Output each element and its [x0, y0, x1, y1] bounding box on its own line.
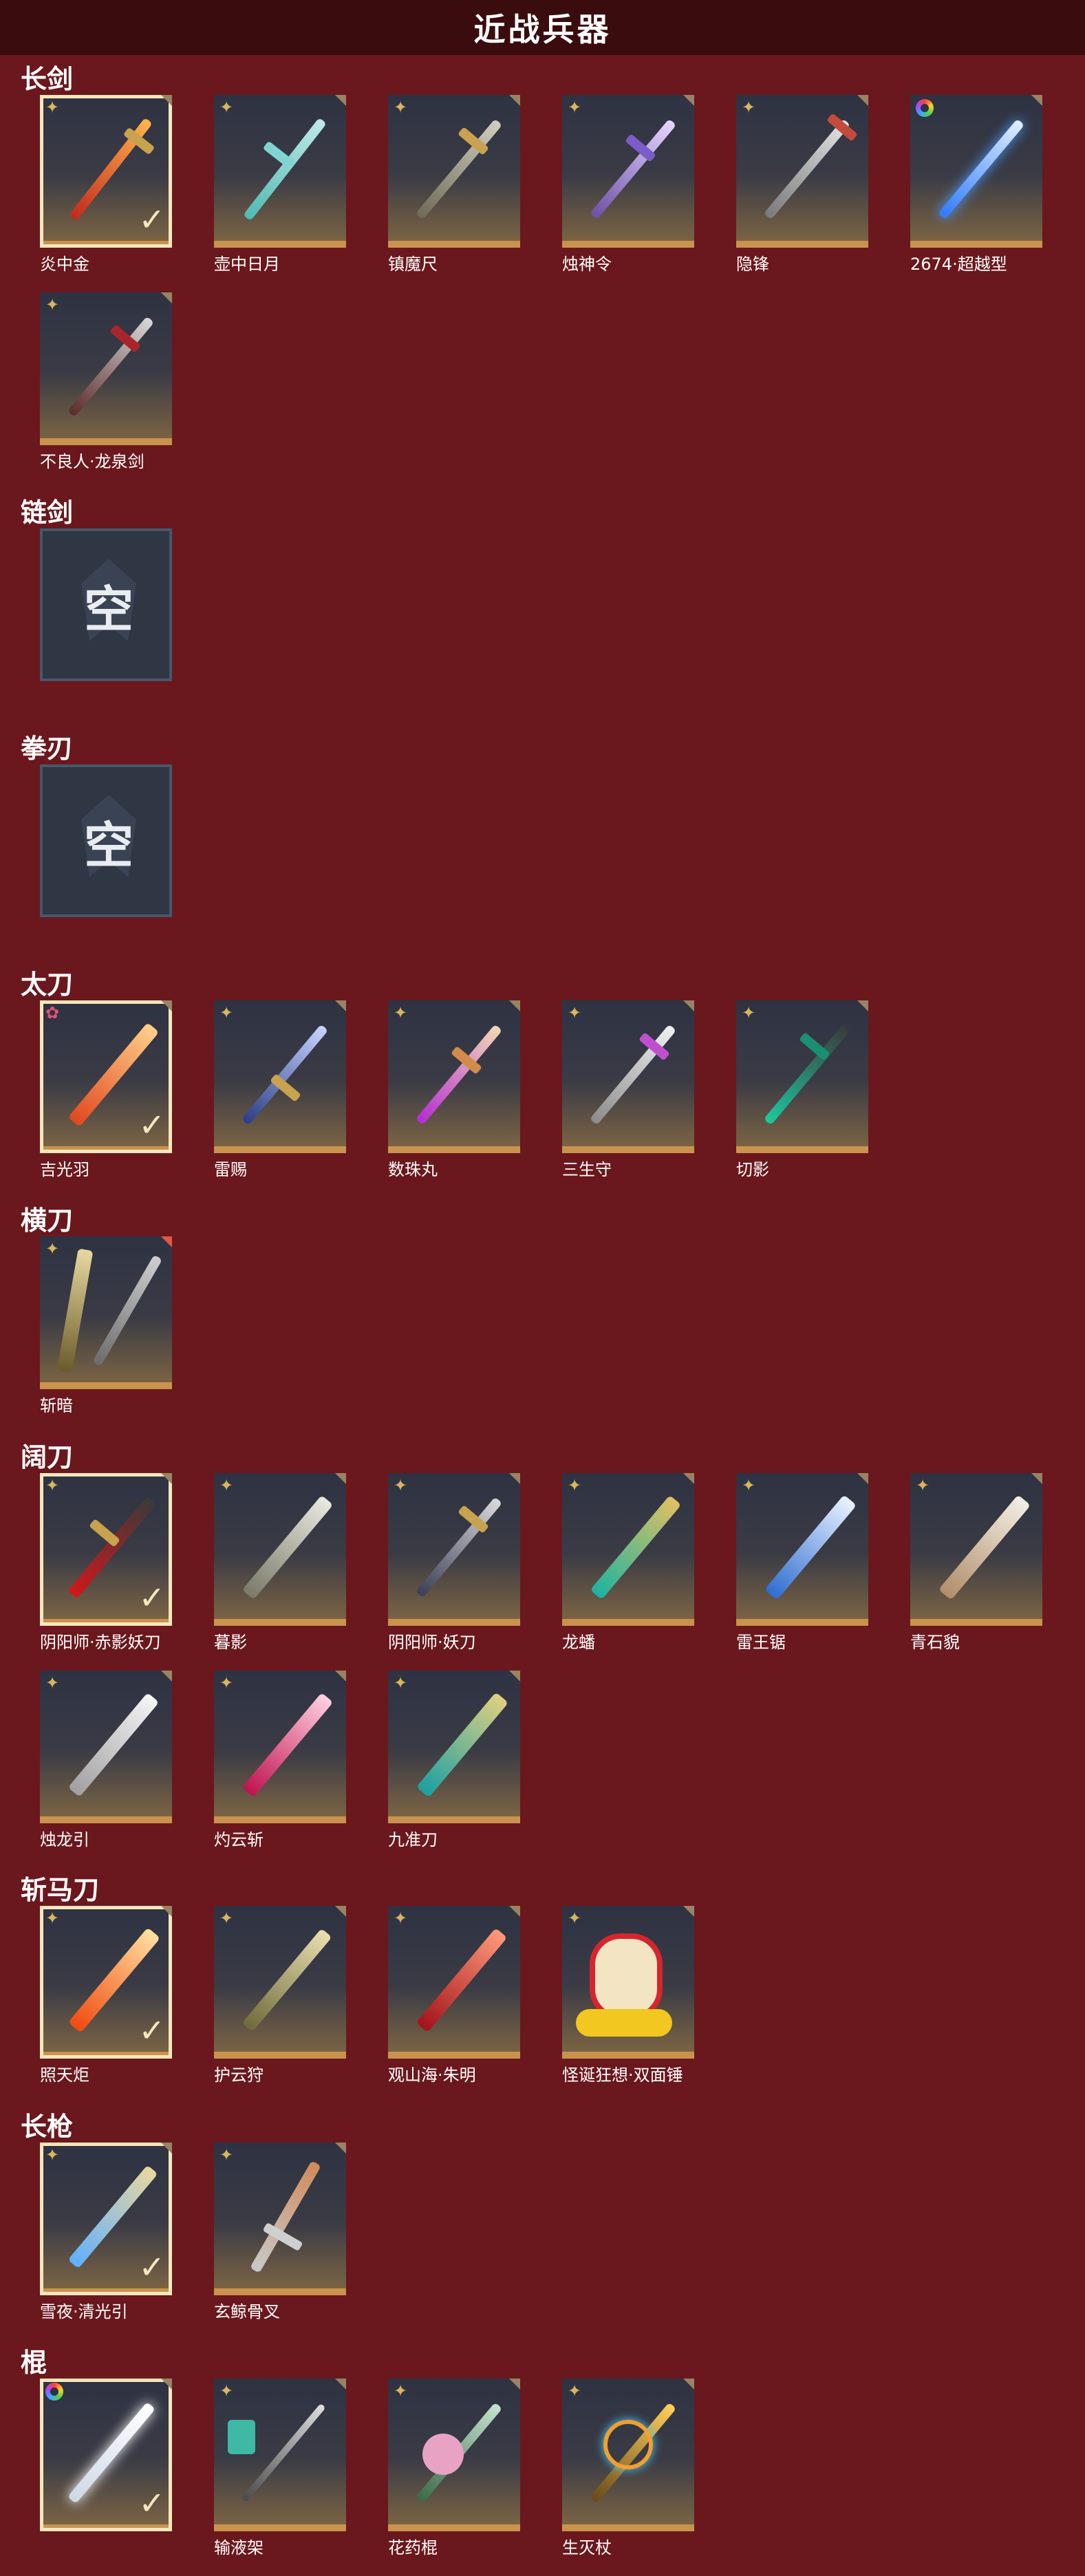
- weapon-card-huayaogun[interactable]: ✦ 花药棍: [388, 2379, 520, 2557]
- section-title-chain-sword: 链剑: [21, 497, 74, 528]
- weapon-name: 九准刀: [388, 1830, 438, 1849]
- weapon-card-qingshimao[interactable]: ✦ 青石貌: [910, 1473, 1042, 1652]
- rank-star-icon: ✦: [219, 1003, 234, 1022]
- weapon-name: 青石貌: [910, 1633, 960, 1652]
- weapon-card-longpan[interactable]: ✦ 龙蟠: [562, 1473, 694, 1652]
- rank-star-icon: ✦: [394, 2381, 408, 2401]
- weapon-name: 不良人·龙泉剑: [40, 452, 144, 471]
- checkmark-icon: ✓: [138, 1106, 165, 1144]
- section-title-fist-blade: 拳刃: [21, 733, 74, 764]
- weapon-card-shengmiezhang[interactable]: ✦ 生灭杖: [562, 2379, 694, 2557]
- weapon-card-zhaotianju[interactable]: ✦ ✓ 照天炬: [40, 1906, 172, 2085]
- weapon-card-zhanan[interactable]: ✦ 斩暗: [40, 1236, 172, 1415]
- empty-slot-chain-sword[interactable]: 空: [40, 528, 172, 681]
- weapon-card-shuzhuwan[interactable]: ✦ 数珠丸: [388, 1000, 520, 1179]
- weapon-name: 切影: [736, 1160, 769, 1179]
- weapon-card-shuangmianchui[interactable]: ✦ 怪诞狂想·双面锤: [562, 1906, 694, 2085]
- weapon-name: 2674·超越型: [910, 255, 1007, 274]
- checkmark-icon: ✓: [138, 1579, 165, 1616]
- weapon-card-2674[interactable]: ◎ 2674·超越型: [910, 95, 1042, 274]
- weapon-name: 斩暗: [40, 1396, 73, 1415]
- weapon-card-huzhongriyue[interactable]: ✦ 壶中日月: [214, 95, 346, 274]
- rank-star-icon: ✦: [219, 98, 234, 117]
- rank-star-icon: ✦: [568, 1476, 582, 1495]
- weapon-card-yaodao[interactable]: ✦ 阴阳师·妖刀: [388, 1473, 520, 1652]
- rank-star-icon: ✦: [742, 1003, 756, 1022]
- weapon-card-staff-selected[interactable]: ◎ ✓: [40, 2379, 172, 2531]
- page-title: 近战兵器: [473, 11, 612, 48]
- weapon-name: 怪诞狂想·双面锤: [562, 2065, 683, 2085]
- checkmark-icon: ✓: [138, 2012, 165, 2049]
- rank-rainbow-icon: ◎: [916, 99, 934, 117]
- rank-star-icon: ✦: [394, 1003, 408, 1022]
- weapon-card-leiwangju[interactable]: ✦ 雷王锯: [736, 1473, 868, 1652]
- section-title-tachi: 太刀: [21, 969, 74, 1000]
- rank-rainbow-icon: ◎: [45, 2383, 63, 2401]
- rank-star-icon: ✦: [45, 2145, 60, 2165]
- page-header: 近战兵器: [0, 0, 1085, 55]
- empty-slot-fist-blade[interactable]: 空: [40, 764, 172, 917]
- weapon-card-muying[interactable]: ✦ 暮影: [214, 1473, 346, 1652]
- checkmark-icon: ✓: [138, 2248, 165, 2286]
- rank-star-icon: ✦: [742, 98, 756, 117]
- rank-pink-star-icon: ✿: [45, 1003, 60, 1022]
- section-title-hengdao: 横刀: [21, 1205, 74, 1236]
- weapon-card-qieying[interactable]: ✦ 切影: [736, 1000, 868, 1179]
- rank-star-icon: ✦: [394, 1909, 408, 1928]
- weapon-card-zhushenling[interactable]: ✦ 烛神令: [562, 95, 694, 274]
- rank-star-icon: ✦: [45, 1239, 60, 1258]
- weapon-card-leici[interactable]: ✦ 雷赐: [214, 1000, 346, 1179]
- weapon-card-sanshengshou[interactable]: ✦ 三生守: [562, 1000, 694, 1179]
- rank-star-icon: ✦: [219, 1673, 234, 1693]
- rank-star-icon: ✦: [394, 1673, 408, 1693]
- weapon-card-shuyejia[interactable]: ✦ 输液架: [214, 2379, 346, 2557]
- rank-star-icon: ✦: [45, 1673, 60, 1693]
- rank-star-icon: ✦: [568, 1909, 582, 1928]
- rank-star-icon: ✦: [219, 1909, 234, 1928]
- rank-star-icon: ✦: [568, 98, 582, 117]
- checkmark-icon: ✓: [138, 201, 165, 238]
- rank-star-icon: ✦: [219, 2381, 234, 2401]
- rank-star-icon: ✦: [219, 2145, 234, 2165]
- weapon-card-zhenmochi[interactable]: ✦ 镇魔尺: [388, 95, 520, 274]
- rank-star-icon: ✦: [219, 1476, 234, 1495]
- rank-star-icon: ✦: [568, 2381, 582, 2401]
- weapon-card-zhuoyunzhan[interactable]: ✦ 灼云斩: [214, 1671, 346, 1849]
- checkmark-icon: ✓: [138, 2484, 165, 2522]
- weapon-card-zhuming[interactable]: ✦ 观山海·朱明: [388, 1906, 520, 2085]
- weapon-card-qingguangyin[interactable]: ✦ ✓ 雪夜·清光引: [40, 2143, 172, 2321]
- weapon-card-huyunshou[interactable]: ✦ 护云狩: [214, 1906, 346, 2085]
- section-title-long-sword: 长剑: [21, 64, 74, 94]
- rank-star-icon: ✦: [45, 1476, 60, 1495]
- weapon-card-xuanjinggucha[interactable]: ✦ 玄鲸骨叉: [214, 2143, 346, 2321]
- weapon-name: 生灭杖: [562, 2538, 612, 2557]
- rank-star-icon: ✦: [568, 1003, 582, 1022]
- weapon-card-jiguangyu[interactable]: ✿ ✓ 吉光羽: [40, 1000, 172, 1179]
- rank-star-icon: ✦: [45, 98, 60, 117]
- rank-star-icon: ✦: [45, 1909, 60, 1928]
- section-title-broadsword: 阔刀: [21, 1442, 74, 1472]
- rank-star-icon: ✦: [394, 1476, 408, 1495]
- section-title-staff: 棍: [21, 2348, 47, 2378]
- weapon-card-yanzhongjin[interactable]: ✦ ✓ 炎中金: [40, 95, 172, 274]
- rank-star-icon: ✦: [394, 98, 408, 117]
- weapon-name: 玄鲸骨叉: [214, 2302, 280, 2321]
- weapon-card-chiyingyaodao[interactable]: ✦ ✓ 阴阳师·赤影妖刀: [40, 1473, 172, 1652]
- weapon-card-longquanjian[interactable]: ✦ 不良人·龙泉剑: [40, 292, 172, 471]
- rank-star-icon: ✦: [45, 295, 60, 314]
- rank-star-icon: ✦: [916, 1476, 930, 1495]
- section-title-zhanmadao: 斩马刀: [21, 1875, 100, 1905]
- weapon-card-jiuzhundao[interactable]: ✦ 九准刀: [388, 1671, 520, 1849]
- weapon-card-zhulongyin[interactable]: ✦ 烛龙引: [40, 1671, 172, 1849]
- rank-star-icon: ✦: [742, 1476, 756, 1495]
- section-title-spear: 长枪: [21, 2112, 74, 2142]
- weapon-card-yinfeng[interactable]: ✦ 隐锋: [736, 95, 868, 274]
